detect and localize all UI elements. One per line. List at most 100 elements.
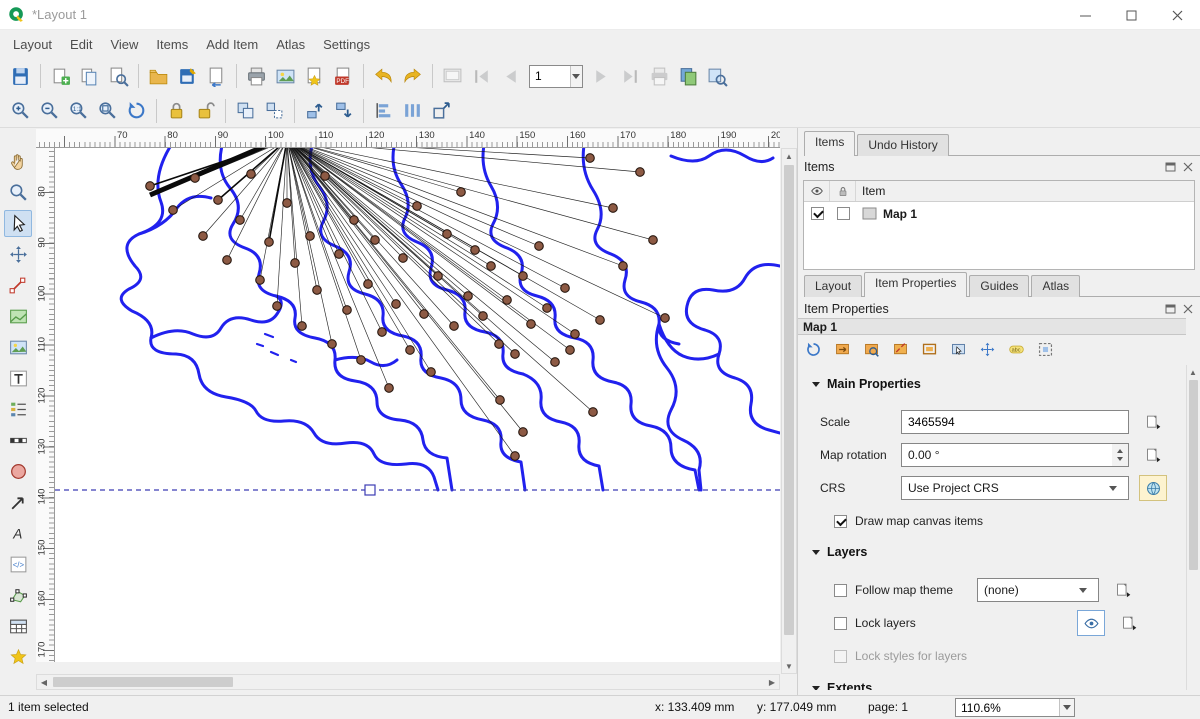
zoom-full-button[interactable]: [93, 97, 122, 125]
atlas-export-button[interactable]: [703, 62, 732, 90]
atlas-last-feature-button[interactable]: [616, 62, 645, 90]
minimize-button[interactable]: [1062, 0, 1108, 30]
vertical-scrollbar[interactable]: ▲ ▼: [781, 148, 797, 674]
distribute-items-button[interactable]: [398, 97, 427, 125]
align-items-button[interactable]: [369, 97, 398, 125]
print-layout-button[interactable]: [242, 62, 271, 90]
draw-canvas-items-checkbox[interactable]: [834, 515, 847, 528]
select-move-item-button[interactable]: [4, 210, 32, 237]
export-pdf-button[interactable]: PDF: [329, 62, 358, 90]
zoom-level-combo[interactable]: [955, 698, 1075, 717]
add-arrow-button[interactable]: [4, 489, 32, 516]
crs-dropdown[interactable]: Use Project CRS: [901, 476, 1129, 500]
tab-guides[interactable]: Guides: [969, 275, 1029, 297]
unlock-all-items-button[interactable]: [191, 97, 220, 125]
scroll-left-icon[interactable]: ◀: [37, 675, 51, 689]
map1-visibility-checkbox[interactable]: [811, 207, 824, 220]
select-crs-button[interactable]: [1139, 475, 1167, 501]
tab-item-properties[interactable]: Item Properties: [864, 272, 967, 297]
tab-atlas[interactable]: Atlas: [1031, 275, 1080, 297]
close-properties-button[interactable]: [1181, 303, 1194, 315]
redo-button[interactable]: [398, 62, 427, 90]
scroll-up-icon[interactable]: ▲: [782, 149, 796, 163]
main-properties-section-header[interactable]: Main Properties: [812, 377, 921, 391]
save-project-button[interactable]: [6, 62, 35, 90]
panel-scroll-up-icon[interactable]: ▲: [1186, 365, 1200, 379]
menu-items[interactable]: Items: [147, 32, 197, 57]
atlas-page-dropdown-button[interactable]: [570, 66, 582, 87]
scroll-right-icon[interactable]: ▶: [765, 675, 779, 689]
extents-section-header[interactable]: Extents: [812, 681, 872, 690]
zoom-actual-size-button[interactable]: 1:1: [64, 97, 93, 125]
menu-add-item[interactable]: Add Item: [197, 32, 267, 57]
layers-section-header[interactable]: Layers: [812, 545, 867, 559]
rotation-spinner[interactable]: [1112, 443, 1129, 467]
add-html-button[interactable]: </>: [4, 551, 32, 578]
add-scalebar-button[interactable]: [4, 427, 32, 454]
scroll-down-icon[interactable]: ▼: [782, 659, 796, 673]
atlas-page-input[interactable]: [530, 66, 570, 87]
menu-view[interactable]: View: [101, 32, 147, 57]
atlas-first-feature-button[interactable]: [467, 62, 496, 90]
spin-down-icon[interactable]: [1117, 457, 1123, 461]
properties-scrollbar[interactable]: ▲: [1186, 365, 1199, 690]
undo-button[interactable]: [369, 62, 398, 90]
add-marker-button[interactable]: [4, 644, 32, 671]
scale-field[interactable]: [901, 410, 1129, 434]
lock-layers-checkbox[interactable]: [834, 617, 847, 630]
atlas-previous-feature-button[interactable]: [496, 62, 525, 90]
menu-layout[interactable]: Layout: [4, 32, 61, 57]
export-svg-button[interactable]: [300, 62, 329, 90]
lock-styles-checkbox[interactable]: [834, 650, 847, 663]
layout-canvas[interactable]: [55, 148, 780, 662]
set-map-extent-to-canvas-button[interactable]: [831, 339, 853, 361]
tab-undo-history[interactable]: Undo History: [857, 134, 948, 156]
lock-layers-data-defined-button[interactable]: [1117, 611, 1141, 635]
horizontal-scroll-thumb[interactable]: [53, 677, 233, 687]
map-rotation-field[interactable]: 0.00 °: [901, 443, 1112, 467]
follow-map-theme-checkbox[interactable]: [834, 584, 847, 597]
maximize-button[interactable]: [1108, 0, 1154, 30]
view-extent-in-canvas-button[interactable]: [860, 339, 882, 361]
tab-items[interactable]: Items: [804, 131, 855, 156]
add-north-arrow-button[interactable]: A: [4, 520, 32, 547]
rotation-data-defined-button[interactable]: [1141, 443, 1165, 467]
duplicate-layout-button[interactable]: [75, 62, 104, 90]
pan-tool-button[interactable]: [4, 148, 32, 175]
lock-selected-items-button[interactable]: [162, 97, 191, 125]
close-button[interactable]: [1154, 0, 1200, 30]
lower-items-button[interactable]: [329, 97, 358, 125]
set-map-scale-to-canvas-button[interactable]: [889, 339, 911, 361]
spin-up-icon[interactable]: [1117, 449, 1123, 453]
clipping-settings-button[interactable]: [1034, 339, 1056, 361]
layer-visibility-button[interactable]: [1077, 610, 1105, 636]
zoom-out-button[interactable]: [35, 97, 64, 125]
layout-manager-button[interactable]: [104, 62, 133, 90]
group-items-button[interactable]: [231, 97, 260, 125]
labeling-settings-button[interactable]: abc: [1005, 339, 1027, 361]
save-as-template-button[interactable]: [173, 62, 202, 90]
panel-scroll-thumb[interactable]: [1189, 380, 1198, 570]
zoom-dropdown-button[interactable]: [1059, 699, 1074, 716]
horizontal-scrollbar[interactable]: ◀ ▶: [36, 674, 780, 690]
atlas-settings-button[interactable]: [674, 62, 703, 90]
ruler-horizontal[interactable]: 708090100110120130140150160170180190200: [36, 129, 780, 148]
ungroup-items-button[interactable]: [260, 97, 289, 125]
add-map-button[interactable]: [4, 303, 32, 330]
move-map-content-button[interactable]: [976, 339, 998, 361]
view-scale-in-canvas-button[interactable]: [918, 339, 940, 361]
tab-layout[interactable]: Layout: [804, 275, 862, 297]
preview-atlas-button[interactable]: [438, 62, 467, 90]
close-panel-button[interactable]: [1181, 161, 1194, 173]
export-image-button[interactable]: [271, 62, 300, 90]
scale-data-defined-button[interactable]: [1141, 410, 1165, 434]
map-theme-dropdown[interactable]: (none): [977, 578, 1099, 602]
zoom-tool-button[interactable]: [4, 179, 32, 206]
draw-canvas-items-row[interactable]: Draw map canvas items: [834, 508, 1184, 534]
map1-lock-checkbox[interactable]: [837, 207, 850, 220]
map-item-selection[interactable]: [55, 485, 780, 495]
float-panel-button[interactable]: [1164, 161, 1177, 173]
zoom-level-input[interactable]: [956, 699, 1059, 716]
items-list-row-map1[interactable]: Map 1: [804, 202, 1194, 225]
menu-edit[interactable]: Edit: [61, 32, 101, 57]
